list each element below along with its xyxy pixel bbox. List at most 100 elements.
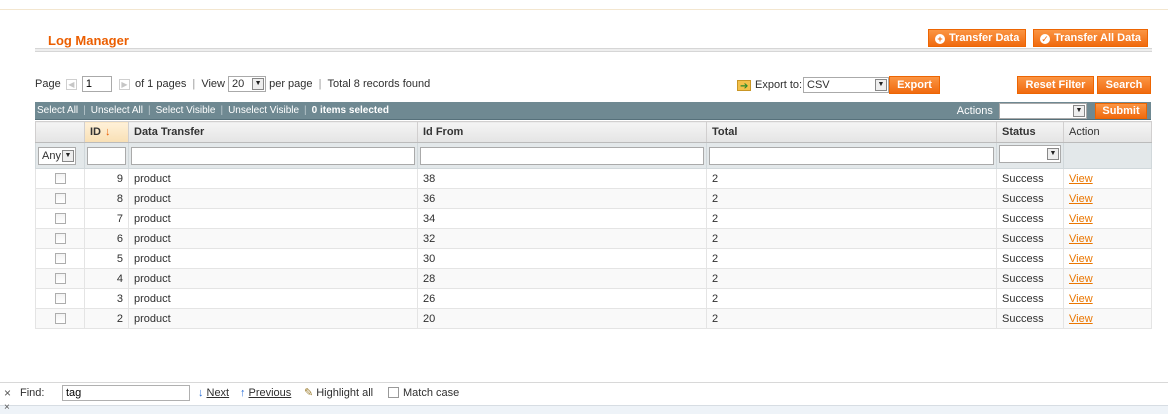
page-title: Log Manager <box>48 33 129 48</box>
view-link[interactable]: View <box>1069 193 1093 205</box>
action-column-header: Action <box>1063 121 1152 143</box>
row-total-cell: 2 <box>706 248 997 269</box>
row-id-cell: 9 <box>84 168 129 189</box>
row-checkbox[interactable] <box>54 273 66 284</box>
per-page-select[interactable]: 20 ▼ <box>228 76 267 93</box>
unselect-visible-link[interactable]: Unselect Visible <box>228 105 299 116</box>
transfer-all-data-label: Transfer All Data <box>1054 32 1142 44</box>
export-button[interactable]: Export <box>889 76 940 94</box>
per-page-value: 20 <box>232 78 245 91</box>
arrow-up-icon: ↑ <box>240 387 246 399</box>
row-select-cell <box>35 248 85 269</box>
total-column-header[interactable]: Total <box>706 121 997 143</box>
view-link[interactable]: View <box>1069 233 1093 245</box>
id-column-header[interactable]: ID ↓ <box>84 121 129 143</box>
view-link[interactable]: View <box>1069 273 1093 285</box>
highlight-all-label: Highlight all <box>316 387 374 399</box>
id-from-column-header[interactable]: Id From <box>417 121 707 143</box>
row-checkbox[interactable] <box>54 193 66 204</box>
match-case-label: Match case <box>403 387 460 399</box>
header-row: ID ↓ Data Transfer Id From Total Status A… <box>35 121 1152 143</box>
select-visible-link[interactable]: Select Visible <box>156 105 216 116</box>
row-action-cell: View <box>1063 228 1152 249</box>
next-page-icon[interactable]: ▶ <box>118 78 130 90</box>
row-checkbox[interactable] <box>54 233 66 244</box>
table-row[interactable]: 5 product 30 2 Success View <box>35 248 1152 269</box>
row-data-transfer-cell: product <box>128 268 418 289</box>
export-format-value: CSV <box>807 79 830 91</box>
total-filter-cell <box>706 142 997 169</box>
match-case-checkbox[interactable]: Match case <box>388 383 459 403</box>
row-data-transfer-cell: product <box>128 248 418 269</box>
id-from-filter-cell <box>417 142 707 169</box>
table-row[interactable]: 3 product 26 2 Success View <box>35 288 1152 309</box>
row-action-cell: View <box>1063 308 1152 329</box>
id-filter-input[interactable] <box>87 146 126 165</box>
find-label: Find: <box>20 387 45 399</box>
separator: | <box>220 105 224 116</box>
separator: | <box>304 105 307 116</box>
select-column-header <box>35 121 85 143</box>
transfer-data-button[interactable]: + Transfer Data <box>928 29 1027 47</box>
find-previous-button[interactable]: ↑ Previous <box>240 383 291 403</box>
highlight-all-button[interactable]: ✎ Highlight all <box>304 383 373 403</box>
table-row[interactable]: 9 product 38 2 Success View <box>35 168 1152 189</box>
find-input[interactable] <box>62 385 190 401</box>
transfer-all-data-button[interactable]: ✓ Transfer All Data <box>1033 29 1149 47</box>
row-status-cell: Success <box>996 288 1064 309</box>
check-circle-icon: ✓ <box>1040 34 1050 44</box>
view-link[interactable]: View <box>1069 173 1093 185</box>
status-filter-select[interactable]: ▼ <box>999 145 1061 163</box>
row-status-cell: Success <box>996 308 1064 329</box>
row-checkbox[interactable] <box>54 313 66 324</box>
submit-button[interactable]: Submit <box>1095 103 1147 120</box>
find-next-button[interactable]: ↓ Next <box>198 383 229 403</box>
row-checkbox[interactable] <box>54 213 66 224</box>
search-button[interactable]: Search <box>1097 76 1151 94</box>
prev-page-icon[interactable]: ◀ <box>65 78 77 90</box>
actions-select[interactable]: ▼ <box>998 103 1087 120</box>
data-transfer-column-header[interactable]: Data Transfer <box>128 121 418 143</box>
view-link[interactable]: View <box>1069 313 1093 325</box>
chevron-down-icon: ▼ <box>1072 105 1085 118</box>
select-all-link[interactable]: Select All <box>37 105 78 116</box>
row-total-cell: 2 <box>706 168 997 189</box>
view-link[interactable]: View <box>1069 253 1093 265</box>
table-row[interactable]: 7 product 34 2 Success View <box>35 208 1152 229</box>
select-filter[interactable]: Any ▼ <box>38 146 76 165</box>
page-number-input[interactable] <box>81 76 112 93</box>
row-action-cell: View <box>1063 268 1152 289</box>
find-previous-label: Previous <box>248 387 292 399</box>
status-column-header[interactable]: Status <box>996 121 1064 143</box>
row-status-cell: Success <box>996 188 1064 209</box>
total-filter-input[interactable] <box>709 146 994 165</box>
export-format-select[interactable]: CSV ▼ <box>803 77 889 93</box>
row-id-from-cell: 36 <box>417 188 707 209</box>
id-from-filter-input[interactable] <box>420 146 704 165</box>
view-link[interactable]: View <box>1069 213 1093 225</box>
arrow-down-icon: ↓ <box>198 387 204 399</box>
row-checkbox[interactable] <box>54 173 66 184</box>
row-checkbox[interactable] <box>54 253 66 264</box>
data-transfer-filter-input[interactable] <box>131 146 415 165</box>
id-column-label: ID <box>90 126 101 138</box>
row-id-cell: 5 <box>84 248 129 269</box>
table-row[interactable]: 6 product 32 2 Success View <box>35 228 1152 249</box>
close-icon[interactable]: × <box>4 383 11 403</box>
table-row[interactable]: 2 product 20 2 Success View <box>35 308 1152 329</box>
reset-filter-button[interactable]: Reset Filter <box>1017 76 1094 94</box>
per-page-label: per page <box>269 78 313 91</box>
of-pages-label: of 1 pages <box>134 78 187 91</box>
row-status-cell: Success <box>996 228 1064 249</box>
row-checkbox[interactable] <box>54 293 66 304</box>
table-row[interactable]: 4 product 28 2 Success View <box>35 268 1152 289</box>
table-row[interactable]: 8 product 36 2 Success View <box>35 188 1152 209</box>
row-id-cell: 8 <box>84 188 129 209</box>
view-link[interactable]: View <box>1069 293 1093 305</box>
row-select-cell <box>35 208 85 229</box>
row-id-from-cell: 28 <box>417 268 707 289</box>
unselect-all-link[interactable]: Unselect All <box>91 105 143 116</box>
close-icon[interactable]: × <box>4 402 10 413</box>
view-label: View <box>201 78 225 91</box>
export-icon <box>737 78 751 96</box>
